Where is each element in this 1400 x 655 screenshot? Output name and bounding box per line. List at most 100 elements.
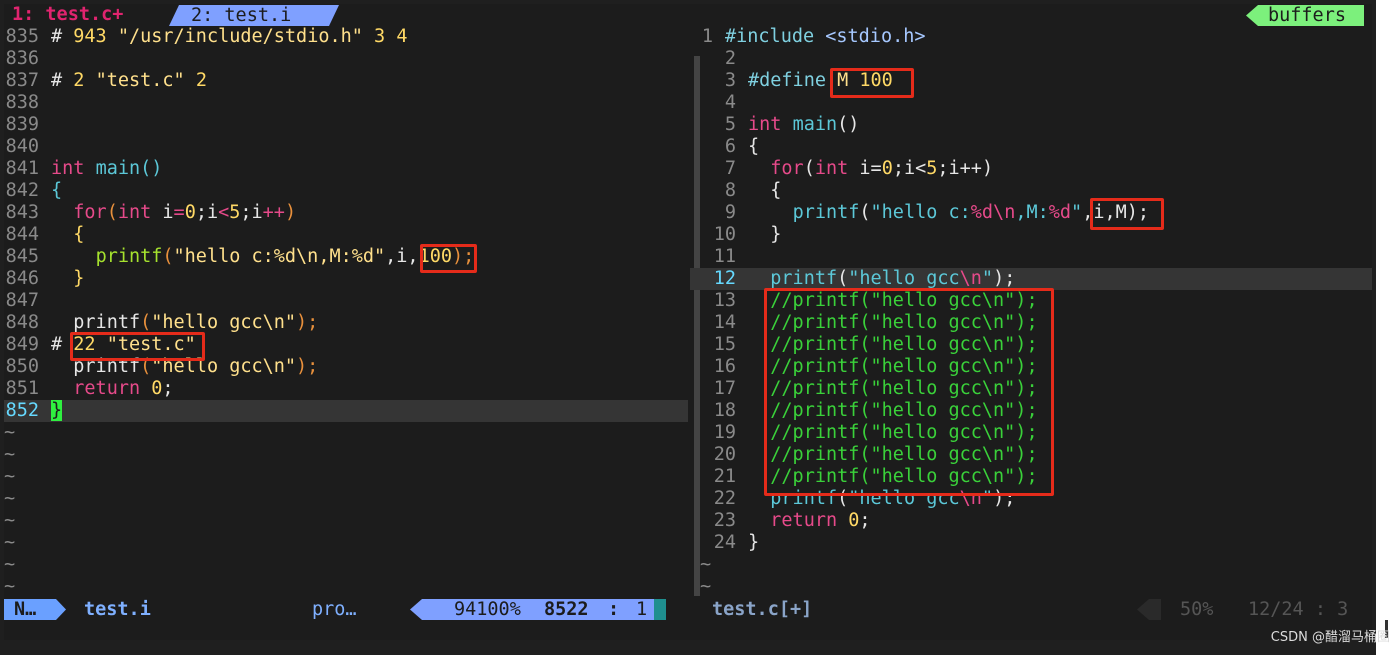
code-line: 10 } [690,224,1372,246]
line-number: 15 [713,334,736,355]
line-number: 13 [713,290,736,311]
statusline: N… test.i pro… 94100% 8522 : 1 test.c[+]… [4,598,1372,620]
line-number: 11 [713,246,736,267]
code-line: 6{ [690,136,1372,158]
line-number: 847 [5,290,39,311]
line-number: 839 [5,114,39,135]
highlight-box-comments [764,288,1054,496]
tab-test-c[interactable]: 1: test.c+ [12,4,123,26]
line-number: 12 [713,268,736,289]
line-number: 10 [713,224,736,245]
empty-line-marker: ~ [4,576,16,597]
line-number: 840 [5,136,39,157]
code-line: 837 # 2 "test.c" 2 [5,70,207,91]
line-number: 852 [5,400,39,421]
line-number: 838 [5,92,39,113]
current-line: 852} [4,400,688,422]
line-number: 21 [713,466,736,487]
column-number: 1 [636,599,648,620]
mode-indicator: N… [4,599,66,620]
code-line: 838 [4,92,688,114]
screenshot-frame: 1: test.c+ 2: test.i buffers 835 # 943 "/… [0,0,1400,655]
code-line: 5 int main() [690,114,1372,136]
empty-line-marker: ~ [4,510,16,531]
line-number: 9 [724,202,736,223]
line-number: 5 [724,114,736,135]
line-number: 20 [713,444,736,465]
buffers-label: buffers [1268,5,1346,26]
position-separator: : [608,599,620,620]
right-filename: test.c[+] [712,599,813,620]
code-line: 3 #define M 100 [690,70,1372,92]
filetype-indicator: pro… [312,599,357,620]
buffers-indicator[interactable]: buffers [1246,5,1364,26]
code-line: 839 [4,114,688,136]
code-line: 9 printf("hello c:%d\n,M:%d",i,M); [690,202,1372,224]
empty-line-marker: ~ [4,422,16,443]
code-line: 844 { [5,224,85,245]
line-number: 851 [5,378,39,399]
line-number: 6 [724,136,736,157]
right-percent: 50% [1180,599,1214,620]
tab-test-i-label: 2: test.i [191,5,292,26]
empty-line-marker: ~ [4,532,16,553]
tabline: 1: test.c+ 2: test.i buffers [4,4,1372,26]
tab-test-i[interactable]: 2: test.i [169,5,339,26]
line-number: 835 [5,26,39,47]
line-number: 23 [713,510,736,531]
empty-line-marker: ~ [700,576,712,597]
code-line: 24} [690,532,1372,554]
line-number: 2 [724,48,736,69]
line-number: 837 [5,70,39,91]
line-number: 842 [5,180,39,201]
right-position: 12/24 : 3 [1248,599,1349,620]
empty-line-marker: ~ [4,444,16,465]
line-number: 841 [5,158,39,179]
empty-line-marker: ~ [4,554,16,575]
line-number: 18 [713,400,736,421]
text-cursor: } [51,400,63,421]
line-number: 7 [724,158,736,179]
line-number: 846 [5,268,39,289]
code-line: 847 [4,290,688,312]
watermark: CSDN @醋溜马桶圈 [1270,630,1390,645]
left-editor-pane[interactable]: 835 # 943 "/usr/include/stdio.h" 3 4 836 … [4,26,688,598]
line-number: 17 [713,378,736,399]
code-line: 4 [690,92,1372,114]
code-line: 11 [690,246,1372,268]
code-line: 8 { [690,180,1372,202]
line-number: 844 [5,224,39,245]
code-line: 1 #include <stdio.h> [667,26,1349,48]
page-scrollbar[interactable] [1376,0,1400,655]
line-number: 845 [5,246,39,267]
line-number: 843 [5,202,39,223]
empty-line-marker: ~ [4,488,16,509]
statusline-arrow [1137,599,1161,620]
empty-line-marker: ~ [4,466,16,487]
left-filename: test.i [84,599,151,620]
highlight-box-line-marker [70,332,205,361]
line-number: 8 [724,180,736,201]
line-number: 836 [5,48,39,69]
line-number: 850 [5,356,39,377]
line-number-status: 8522 [544,599,589,620]
highlight-box-define [830,68,914,98]
vim-terminal: 1: test.c+ 2: test.i buffers 835 # 943 "/… [4,4,1372,640]
code-line: 845 printf("hello c:%d\n,M:%d",i,100); [5,246,475,267]
code-line: 848 printf("hello gcc\n"); [5,312,319,333]
line-number: 14 [713,312,736,333]
code-line: 851 return 0; [5,378,174,399]
line-number: 16 [713,356,736,377]
code-line: 843 for(int i=0;i<5;i++) [5,202,297,223]
right-editor-pane[interactable]: 1 #include <stdio.h> 2 3 #define M 100 4 5… [690,26,1372,598]
line-number: 1 [701,26,713,47]
line-number: 4 [724,92,736,113]
percent-through: 94100% [454,599,521,620]
line-number: 3 [724,70,736,91]
code-line: 842{ [5,180,63,201]
line-number: 24 [713,532,736,553]
code-line: 841 int main() [5,158,163,179]
line-number: 849 [5,334,39,355]
mode-label: N… [14,599,37,620]
code-line: 2 [690,48,1372,70]
